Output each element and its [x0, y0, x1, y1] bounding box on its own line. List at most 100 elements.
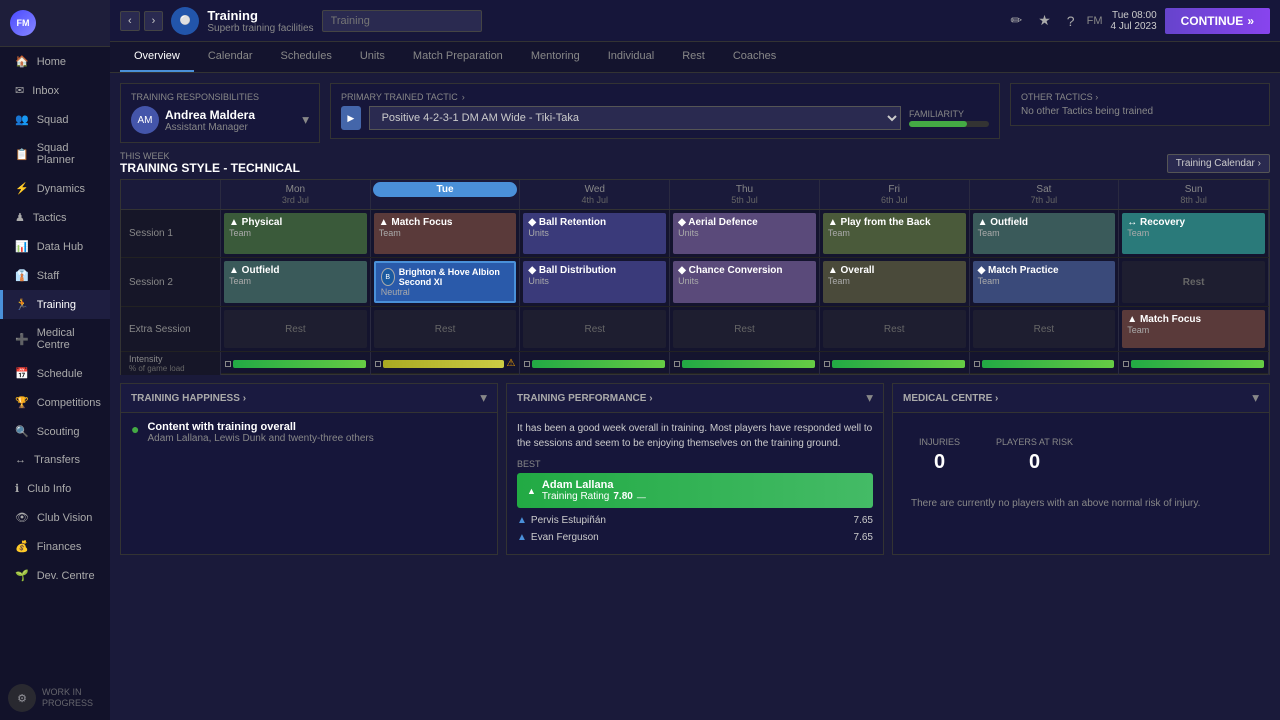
sidebar-item-dev-centre[interactable]: 🌱Dev. Centre — [0, 561, 110, 590]
expand-performance-button[interactable]: ▾ — [866, 390, 873, 406]
search-input[interactable] — [322, 10, 482, 32]
session-2-thu[interactable]: ◆ Chance Conversion Units — [670, 258, 820, 306]
sidebar-item-club-info[interactable]: ℹClub Info — [0, 474, 110, 503]
rest-extra-sat[interactable]: Rest — [973, 310, 1116, 348]
expand-medical-button[interactable]: ▾ — [1252, 390, 1259, 406]
sidebar-item-home[interactable]: 🏠Home — [0, 47, 110, 76]
sidebar-item-inbox[interactable]: ✉Inbox — [0, 76, 110, 105]
nav-forward-button[interactable]: › — [144, 11, 164, 31]
physical-card[interactable]: ▲ Physical Team — [224, 213, 367, 254]
star-button[interactable]: ★ — [1034, 8, 1055, 33]
rest-extra-wed[interactable]: Rest — [523, 310, 666, 348]
session-2-sun[interactable]: Rest — [1119, 258, 1269, 306]
ball-distribution-card[interactable]: ◆ Ball Distribution Units — [523, 261, 666, 303]
calendar-button[interactable]: Training Calendar › — [1167, 154, 1270, 173]
extra-sat[interactable]: Rest — [970, 307, 1120, 351]
session-1-sun[interactable]: ↔ Recovery Team — [1119, 210, 1269, 257]
training-happiness-content: ● Content with training overall Adam Lal… — [121, 413, 497, 452]
extra-tue[interactable]: Rest — [371, 307, 521, 351]
int-dot-wed — [524, 361, 530, 367]
extra-fri[interactable]: Rest — [820, 307, 970, 351]
expand-happiness-button[interactable]: ▾ — [480, 390, 487, 406]
rest-extra-mon[interactable]: Rest — [224, 310, 367, 348]
sidebar-item-transfers[interactable]: ↔Transfers — [0, 446, 110, 474]
club-vision-icon: 👁 — [15, 511, 29, 524]
continue-button[interactable]: CONTINUE » — [1165, 8, 1270, 34]
brighton-card[interactable]: B Brighton & Hove Albion Second XI Neutr… — [374, 261, 517, 303]
overall-card[interactable]: ▲ Overall Team — [823, 261, 966, 303]
rest-card-sun-s2[interactable]: Rest — [1122, 261, 1265, 303]
session-2-wed[interactable]: ◆ Ball Distribution Units — [520, 258, 670, 306]
tab-calendar[interactable]: Calendar — [194, 42, 267, 72]
player-row-2: ▲ Evan Ferguson 7.65 — [517, 529, 873, 546]
chance-conversion-card[interactable]: ◆ Chance Conversion Units — [673, 261, 816, 303]
sidebar-item-squad-planner[interactable]: 📋Squad Planner — [0, 134, 110, 174]
sidebar-item-finances[interactable]: 💰Finances — [0, 532, 110, 561]
session-1-wed[interactable]: ◆ Ball Retention Units — [520, 210, 670, 257]
tab-overview[interactable]: Overview — [120, 42, 194, 72]
session-1-thu[interactable]: ◆ Aerial Defence Units — [670, 210, 820, 257]
sidebar-item-medical[interactable]: ➕Medical Centre — [0, 319, 110, 359]
sidebar-item-label: Club Info — [27, 483, 71, 495]
rest-extra-fri[interactable]: Rest — [823, 310, 966, 348]
nav-back-button[interactable]: ‹ — [120, 11, 140, 31]
sidebar-item-tactics[interactable]: ♟Tactics — [0, 203, 110, 232]
aerial-defence-card[interactable]: ◆ Aerial Defence Units — [673, 213, 816, 254]
best-player-card[interactable]: ▲ Adam Lallana Training Rating 7.80 — — [517, 473, 873, 508]
sidebar-item-squad[interactable]: 👥Squad — [0, 105, 110, 134]
player-icon-2: ▲ — [517, 532, 527, 543]
tab-individual[interactable]: Individual — [594, 42, 668, 72]
training-happiness-title[interactable]: TRAINING HAPPINESS › — [131, 393, 246, 404]
tab-schedules[interactable]: Schedules — [266, 42, 345, 72]
match-practice-card[interactable]: ◆ Match Practice Team — [973, 261, 1116, 303]
extra-sun[interactable]: ▲ Match Focus Team — [1119, 307, 1269, 351]
play-from-back-card[interactable]: ▲ Play from the Back Team — [823, 213, 966, 254]
match-focus-extra-sun[interactable]: ▲ Match Focus Team — [1122, 310, 1265, 348]
tab-units[interactable]: Units — [346, 42, 399, 72]
session-1-tue[interactable]: ▲ Match Focus Team — [371, 210, 521, 257]
sidebar-item-scouting[interactable]: 🔍Scouting — [0, 417, 110, 446]
recovery-card[interactable]: ↔ Recovery Team — [1122, 213, 1265, 254]
session-2-fri[interactable]: ▲ Overall Team — [820, 258, 970, 306]
sidebar-item-label: Schedule — [37, 368, 83, 380]
tab-coaches[interactable]: Coaches — [719, 42, 790, 72]
tab-match-prep[interactable]: Match Preparation — [399, 42, 517, 72]
home-icon: 🏠 — [15, 55, 29, 68]
expand-resp-button[interactable]: ▾ — [302, 112, 309, 128]
help-button[interactable]: ? — [1063, 9, 1079, 33]
ball-retention-card[interactable]: ◆ Ball Retention Units — [523, 213, 666, 254]
sidebar-item-training[interactable]: 🏃Training — [0, 290, 110, 319]
extra-mon[interactable]: Rest — [221, 307, 371, 351]
sidebar-item-competitions[interactable]: 🏆Competitions — [0, 388, 110, 417]
rest-extra-thu[interactable]: Rest — [673, 310, 816, 348]
session-1-fri[interactable]: ▲ Play from the Back Team — [820, 210, 970, 257]
medical-centre-title[interactable]: MEDICAL CENTRE › — [903, 393, 998, 404]
page-subtitle: Superb training facilities — [207, 23, 313, 34]
rest-extra-tue[interactable]: Rest — [374, 310, 517, 348]
session-1-mon[interactable]: ▲ Physical Team — [221, 210, 371, 257]
edit-button[interactable]: ✏ — [1007, 8, 1027, 33]
player-row-1: ▲ Pervis Estupiñán 7.65 — [517, 512, 873, 529]
session-1-sat[interactable]: ▲ Outfield Team — [970, 210, 1120, 257]
sidebar-item-club-vision[interactable]: 👁Club Vision — [0, 503, 110, 532]
sidebar-item-staff[interactable]: 👔Staff — [0, 261, 110, 290]
session-2-sat[interactable]: ◆ Match Practice Team — [970, 258, 1120, 306]
sidebar-item-data-hub[interactable]: 📊Data Hub — [0, 232, 110, 261]
outfield-card-mon[interactable]: ▲ Outfield Team — [224, 261, 367, 303]
tab-mentoring[interactable]: Mentoring — [517, 42, 594, 72]
extra-thu[interactable]: Rest — [670, 307, 820, 351]
tactic-select[interactable]: Positive 4-2-3-1 DM AM Wide - Tiki-Taka — [369, 106, 901, 130]
outfield-card-sat[interactable]: ▲ Outfield Team — [973, 213, 1116, 254]
training-header-row: TRAINING RESPONSIBILITIES AM Andrea Mald… — [120, 83, 1270, 143]
session-2-tue[interactable]: B Brighton & Hove Albion Second XI Neutr… — [371, 258, 521, 306]
tab-rest[interactable]: Rest — [668, 42, 719, 72]
sidebar-item-dynamics[interactable]: ⚡Dynamics — [0, 174, 110, 203]
extra-wed[interactable]: Rest — [520, 307, 670, 351]
training-performance-title[interactable]: TRAINING PERFORMANCE › — [517, 393, 653, 404]
medical-centre-panel: MEDICAL CENTRE › ▾ INJURIES 0 PLAYERS AT… — [892, 383, 1270, 555]
session-2-mon[interactable]: ▲ Outfield Team — [221, 258, 371, 306]
match-focus-card[interactable]: ▲ Match Focus Team — [374, 213, 517, 254]
intensity-wed — [520, 352, 670, 375]
sidebar-item-schedule[interactable]: 📅Schedule — [0, 359, 110, 388]
session-1-label: Session 1 — [121, 210, 221, 257]
